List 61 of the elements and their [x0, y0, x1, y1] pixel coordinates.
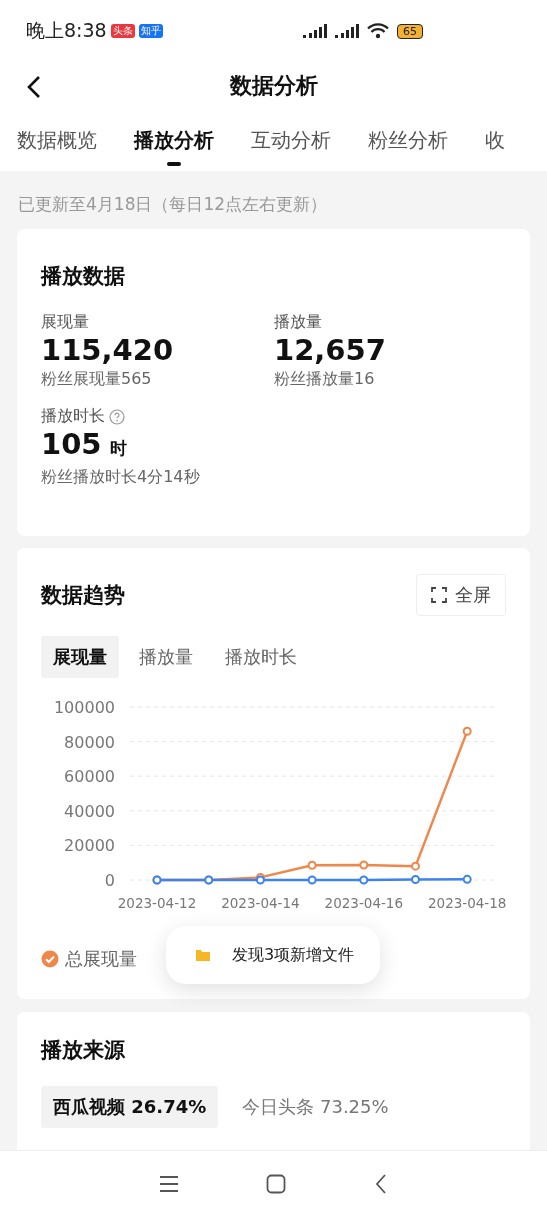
fullscreen-button[interactable]: 全屏: [416, 574, 506, 616]
data-point: [307, 875, 317, 885]
y-axis-label: 40000: [64, 801, 115, 821]
app-notification-icon: 头条: [110, 24, 135, 38]
metric-label: 展现量: [41, 312, 89, 333]
y-axis-label: 60000: [64, 767, 115, 787]
source-tab[interactable]: 西瓜视频 26.74%: [41, 1086, 219, 1128]
app-notification-icon: 知乎: [138, 24, 163, 38]
card-title: 播放来源: [41, 1037, 126, 1064]
home-icon[interactable]: [266, 1173, 287, 1194]
check-icon[interactable]: [41, 950, 59, 968]
metric-label: 播放量: [274, 312, 322, 333]
x-axis-label: 2023-04-12: [117, 895, 197, 911]
signal-icon: [303, 23, 329, 39]
update-note: 已更新至4月18日（每日12点左右更新）: [18, 194, 328, 214]
data-point: [462, 874, 472, 884]
data-point: [411, 875, 420, 884]
metric-value: 115,420: [41, 333, 174, 367]
tab[interactable]: 数据概览: [17, 110, 97, 171]
legend-label: 总展现量: [65, 947, 137, 971]
tab[interactable]: 互动分析: [251, 110, 331, 171]
metric-label: 播放时长: [41, 406, 105, 427]
signal-icon: [335, 23, 361, 39]
tab[interactable]: 收: [485, 110, 505, 171]
metric-tab[interactable]: 播放量: [127, 636, 205, 678]
toast-message: 发现3项新增文件: [232, 944, 355, 966]
x-axis-label: 2023-04-16: [324, 895, 404, 911]
metric-subtext: 粉丝播放量16: [274, 369, 376, 390]
tab[interactable]: 播放分析: [134, 110, 214, 171]
status-time: 晚上8:38: [26, 18, 107, 43]
data-point: [462, 726, 472, 736]
metric-subtext: 粉丝播放时长4分14秒: [41, 467, 201, 488]
y-axis-label: 100000: [53, 698, 115, 717]
source-tab[interactable]: 今日头条 73.25%: [230, 1086, 401, 1128]
y-axis-label: 0: [104, 871, 115, 890]
fullscreen-icon: [431, 587, 447, 603]
back-icon[interactable]: [25, 75, 43, 99]
x-axis-label: 2023-04-18: [427, 895, 507, 911]
metric-value: 105: [41, 427, 102, 461]
tab[interactable]: 粉丝分析: [368, 110, 448, 171]
data-point: [359, 875, 369, 885]
metric-tab[interactable]: 展现量: [41, 636, 119, 678]
battery-icon: 65: [397, 23, 423, 39]
data-point: [411, 861, 420, 871]
page-title: 数据分析: [229, 72, 318, 100]
back-icon[interactable]: [374, 1173, 389, 1194]
y-axis-label: 20000: [64, 836, 115, 856]
metric-subtext: 粉丝展现量565: [41, 369, 153, 390]
menu-icon[interactable]: [158, 1174, 179, 1193]
card-title: 播放数据: [41, 263, 126, 290]
wifi-icon: [367, 23, 389, 39]
metric-unit: 时: [109, 437, 127, 460]
x-axis-label: 2023-04-14: [221, 895, 300, 911]
folder-icon: [196, 949, 210, 961]
card-title: 数据趋势: [41, 582, 125, 609]
metric-value: 12,657: [274, 333, 386, 367]
data-point: [359, 860, 369, 870]
help-icon[interactable]: [109, 408, 125, 425]
data-point: [307, 860, 317, 870]
y-axis-label: 80000: [64, 732, 115, 752]
metric-tab[interactable]: 播放时长: [213, 636, 309, 678]
